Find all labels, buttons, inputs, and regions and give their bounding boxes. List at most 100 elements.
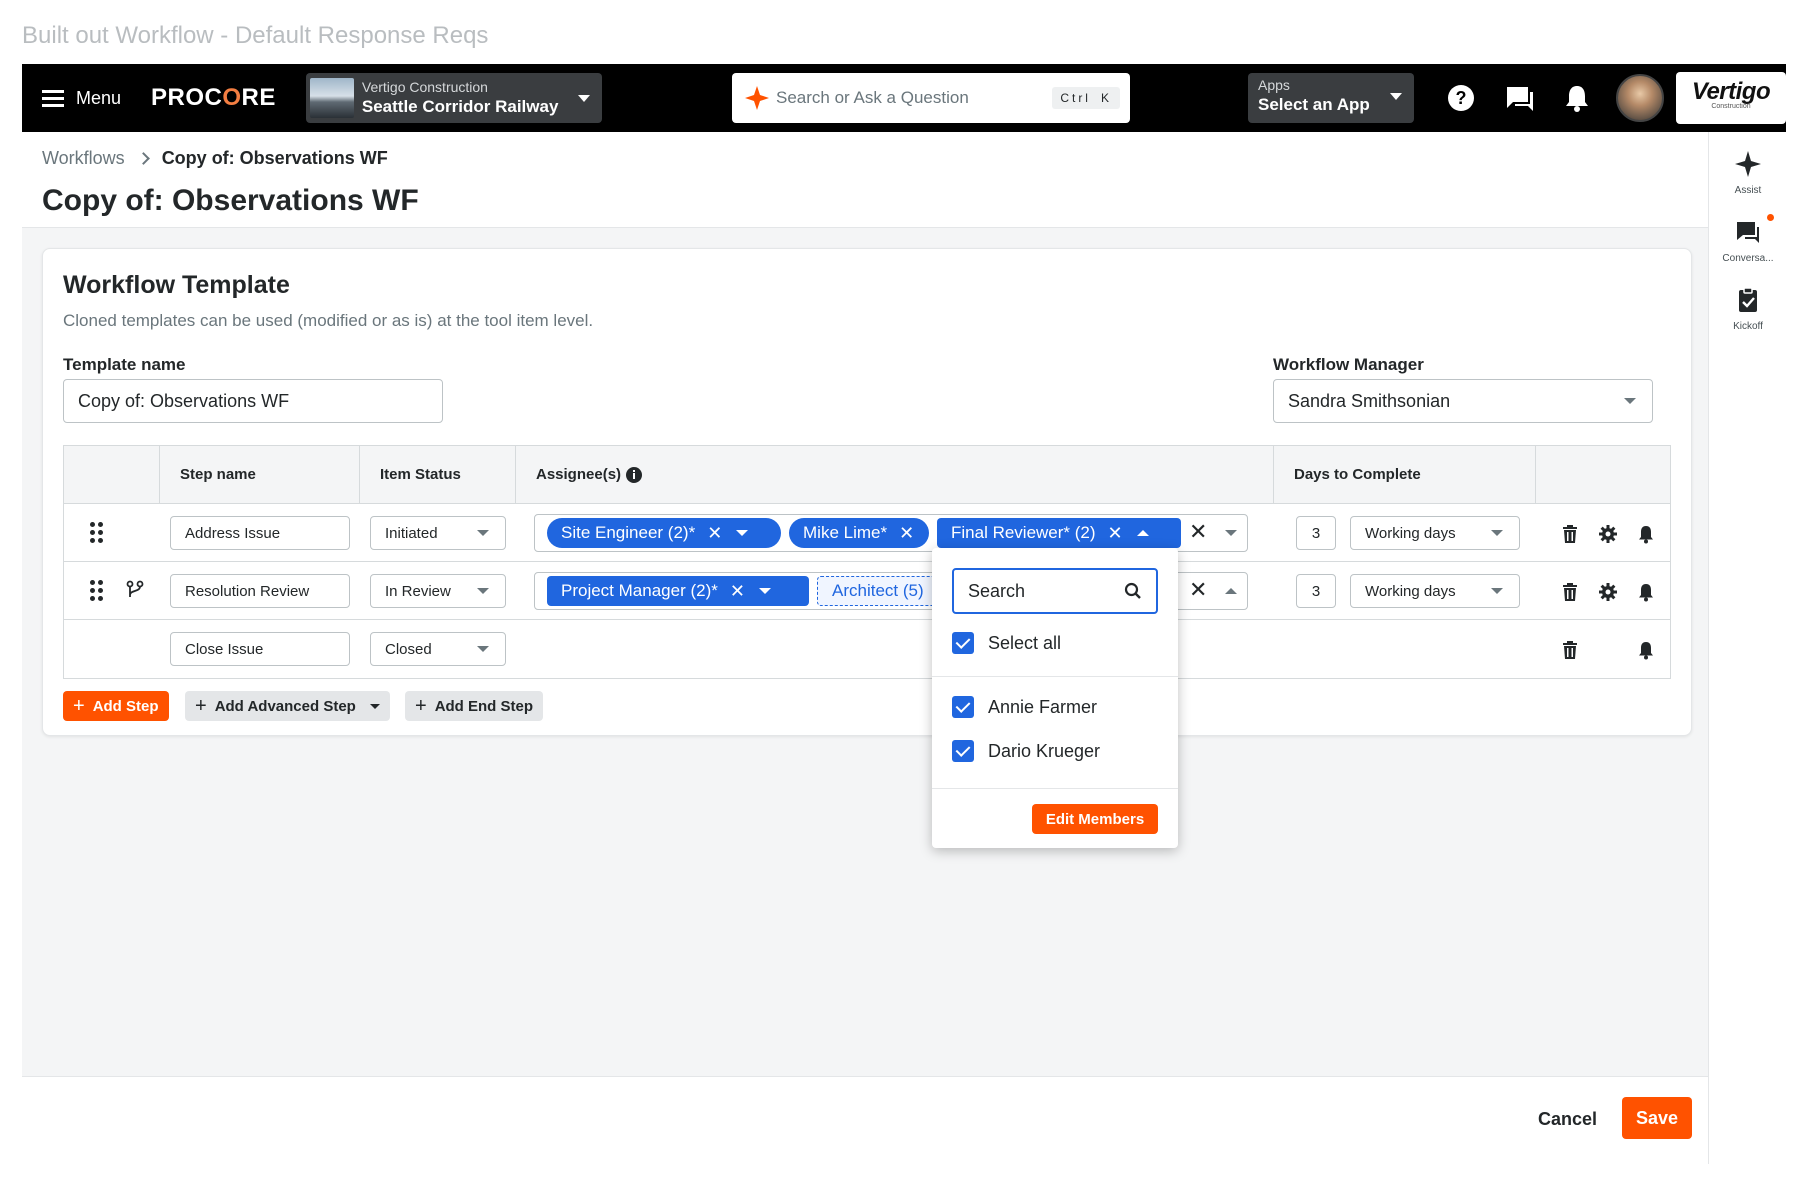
chevron-down-icon[interactable] <box>736 530 749 536</box>
bell-icon[interactable] <box>1636 582 1656 602</box>
page-title: Copy of: Observations WF <box>42 184 419 217</box>
menu-button[interactable]: Menu <box>42 88 121 109</box>
item-status-select[interactable]: In Review <box>370 574 506 608</box>
menu-label: Menu <box>76 87 122 108</box>
save-button[interactable]: Save <box>1622 1097 1692 1139</box>
trash-icon[interactable] <box>1560 582 1580 602</box>
card-title: Workflow Template <box>63 271 290 299</box>
close-icon[interactable]: ✕ <box>730 581 745 602</box>
assignee-chip-active[interactable]: Final Reviewer* (2) ✕ <box>937 518 1181 548</box>
steps-table: Step name Item Status Assignee(s) Days t… <box>63 445 1671 679</box>
divider <box>932 676 1178 677</box>
right-rail: Assist Conversa... Kickoff <box>1708 132 1786 1164</box>
checkbox-checked-icon <box>952 696 974 718</box>
search-placeholder: Search <box>968 580 1026 601</box>
bell-icon[interactable] <box>1636 524 1656 544</box>
workflow-manager-select[interactable]: Sandra Smithsonian <box>1273 379 1653 423</box>
header-assignees-label: Assignee(s) <box>536 466 622 483</box>
drag-handle-icon[interactable] <box>90 580 104 602</box>
sparkle-icon <box>1735 151 1761 177</box>
assignee-chip[interactable]: Project Manager (2)* ✕ <box>547 576 809 606</box>
chevron-down-icon[interactable] <box>1225 530 1237 536</box>
project-selector[interactable]: Vertigo Construction Seattle Corridor Ra… <box>305 73 602 123</box>
assignee-chip[interactable]: Site Engineer (2)* ✕ <box>547 518 781 548</box>
header-handle <box>64 446 160 504</box>
gear-icon[interactable] <box>1598 582 1618 602</box>
info-icon[interactable] <box>625 466 643 484</box>
item-status-value: Closed <box>385 640 432 658</box>
table-row: Address Issue Initiated Site Engineer (2… <box>64 504 1670 562</box>
days-input[interactable]: 3 <box>1296 574 1336 608</box>
assignee-chip[interactable]: Mike Lime* ✕ <box>789 518 929 548</box>
search-icon <box>1124 582 1141 599</box>
day-type-select[interactable]: Working days <box>1350 574 1520 608</box>
member-checkbox[interactable]: Dario Krueger <box>952 740 1100 762</box>
item-status-select[interactable]: Closed <box>370 632 506 666</box>
chip-label: Mike Lime* <box>803 523 888 542</box>
procore-logo[interactable]: PROCORE <box>151 84 276 112</box>
hamburger-icon <box>42 90 64 107</box>
checkbox-checked-icon <box>952 740 974 762</box>
assignee-chip-focused[interactable]: Architect (5) <box>817 576 947 606</box>
page-footer: Cancel Save <box>22 1076 1708 1164</box>
day-type-value: Working days <box>1365 582 1456 600</box>
trash-icon[interactable] <box>1560 640 1580 660</box>
breadcrumb-workflows[interactable]: Workflows <box>42 148 125 169</box>
document-title: Built out Workflow - Default Response Re… <box>22 22 489 49</box>
notification-dot <box>1767 214 1774 221</box>
assignee-multiselect[interactable]: Site Engineer (2)* ✕ Mike Lime* ✕ Final … <box>534 514 1248 552</box>
help-icon[interactable]: ? <box>1444 81 1478 115</box>
header-item-status: Item Status <box>360 446 516 504</box>
apps-label: Apps <box>1258 77 1290 93</box>
chevron-down-icon <box>1491 530 1503 536</box>
bell-icon[interactable] <box>1636 640 1656 660</box>
close-icon[interactable]: ✕ <box>707 523 722 544</box>
apps-selector[interactable]: Apps Select an App <box>1248 73 1414 123</box>
gear-icon[interactable] <box>1598 524 1618 544</box>
day-type-value: Working days <box>1365 524 1456 542</box>
chevron-down-icon[interactable] <box>758 588 771 594</box>
chevron-up-icon[interactable] <box>1136 530 1149 536</box>
chip-label: Architect (5) <box>832 581 924 600</box>
day-type-select[interactable]: Working days <box>1350 516 1520 550</box>
step-name-input[interactable]: Close Issue <box>170 632 350 666</box>
rail-assist[interactable]: Assist <box>1709 150 1787 196</box>
header-days: Days to Complete <box>1274 446 1536 504</box>
svg-text:?: ? <box>1456 88 1467 108</box>
cancel-button[interactable]: Cancel <box>1538 1109 1597 1130</box>
chevron-up-icon[interactable] <box>1225 588 1237 594</box>
add-advanced-step-button[interactable]: + Add Advanced Step <box>185 691 390 721</box>
global-search[interactable]: Search or Ask a Question Ctrl K <box>732 73 1130 123</box>
chevron-down-icon <box>577 95 590 102</box>
chevron-down-icon <box>477 588 489 594</box>
user-avatar[interactable] <box>1616 74 1664 122</box>
clear-icon[interactable]: ✕ <box>1189 577 1207 603</box>
close-icon[interactable]: ✕ <box>1108 523 1123 544</box>
days-input[interactable]: 3 <box>1296 516 1336 550</box>
step-name-input[interactable]: Address Issue <box>170 516 350 550</box>
table-row: Resolution Review In Review Project Mana… <box>64 562 1670 620</box>
bell-icon[interactable] <box>1560 81 1594 115</box>
add-end-step-button[interactable]: + Add End Step <box>405 691 544 721</box>
rail-conversations[interactable]: Conversa... <box>1709 218 1787 264</box>
item-status-select[interactable]: Initiated <box>370 516 506 550</box>
edit-members-button[interactable]: Edit Members <box>1032 804 1158 834</box>
clear-icon[interactable]: ✕ <box>1189 519 1207 545</box>
plus-icon: + <box>415 694 427 717</box>
trash-icon[interactable] <box>1560 524 1580 544</box>
card-subtitle: Cloned templates can be used (modified o… <box>63 311 594 330</box>
workflow-template-card: Workflow Template Cloned templates can b… <box>42 248 1692 736</box>
chat-icon[interactable] <box>1502 81 1536 115</box>
select-all-checkbox[interactable]: Select all <box>952 632 1061 654</box>
close-icon[interactable]: ✕ <box>899 523 914 544</box>
assignee-dropdown: Search Select all Annie Farmer Dario Kru… <box>932 548 1178 848</box>
header-step-name: Step name <box>160 446 360 504</box>
add-step-button[interactable]: + Add Step <box>63 691 169 721</box>
drag-handle-icon[interactable] <box>90 522 104 544</box>
step-name-input[interactable]: Resolution Review <box>170 574 350 608</box>
rail-kickoff[interactable]: Kickoff <box>1709 286 1787 332</box>
member-checkbox[interactable]: Annie Farmer <box>952 696 1097 718</box>
member-search-input[interactable]: Search <box>952 568 1158 614</box>
breadcrumb: Workflows Copy of: Observations WF <box>42 148 388 169</box>
template-name-input[interactable]: Copy of: Observations WF <box>63 379 443 423</box>
